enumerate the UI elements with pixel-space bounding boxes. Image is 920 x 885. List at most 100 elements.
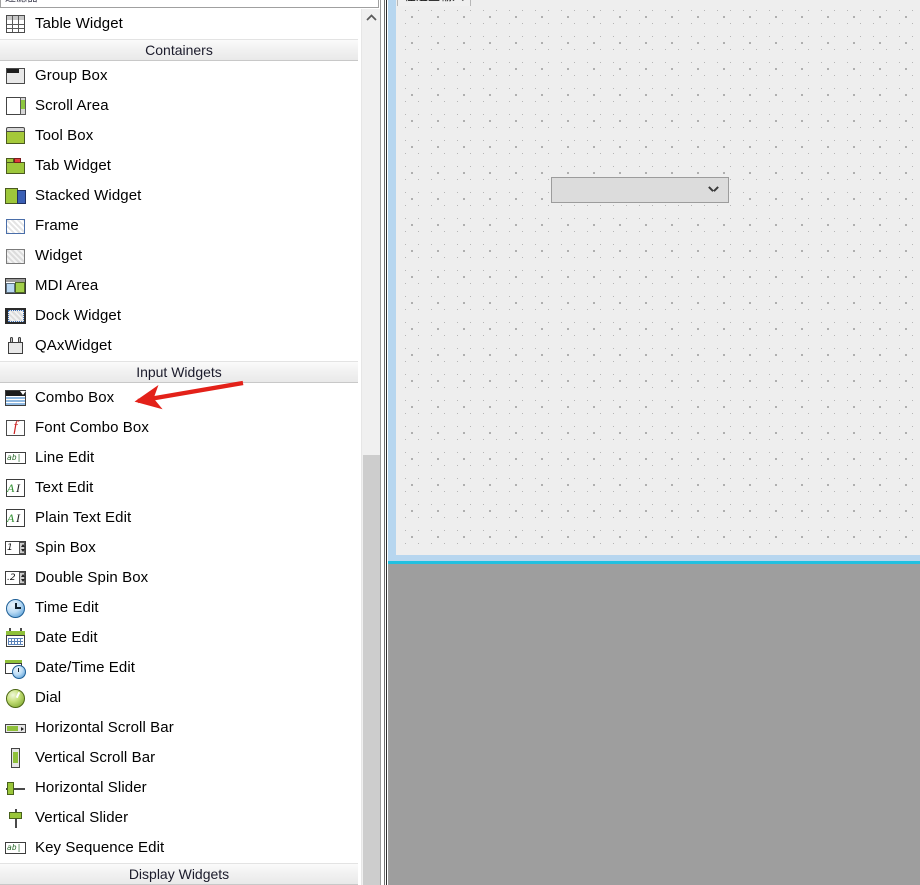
font-combo-box-icon: f: [5, 417, 27, 439]
form-tab[interactable]: 在这里输入: [397, 0, 471, 6]
widget-item-horizontal-scroll-bar[interactable]: Horizontal Scroll Bar: [0, 713, 358, 743]
widget-box-panel: 过滤器 Table Widget Containers Group Box Sc…: [0, 0, 382, 885]
widget-item-label: Line Edit: [35, 443, 94, 473]
widget-item-label: Horizontal Slider: [35, 773, 147, 803]
widget-icon: [5, 245, 27, 267]
widget-filter-text: 过滤器: [5, 0, 374, 7]
widget-item-label: Frame: [35, 211, 79, 241]
double-spin-box-icon: .2: [5, 567, 27, 589]
widget-item-label: Horizontal Scroll Bar: [35, 713, 174, 743]
widget-item-label: MDI Area: [35, 271, 98, 301]
section-header-label: Input Widgets: [136, 362, 222, 382]
widget-item-horizontal-slider[interactable]: Horizontal Slider: [0, 773, 358, 803]
widget-item-key-sequence-edit[interactable]: ab| Key Sequence Edit: [0, 833, 358, 863]
widget-item-label: Combo Box: [35, 383, 114, 413]
date-time-edit-icon: [5, 657, 27, 679]
form-workspace: 在这里输入: [388, 0, 920, 885]
widget-item-label: Widget: [35, 241, 82, 271]
widget-item-label: Vertical Slider: [35, 803, 128, 833]
section-header-display-widgets: Display Widgets: [0, 863, 358, 885]
dial-icon: [5, 687, 27, 709]
date-edit-icon: [5, 627, 27, 649]
widget-item-label: Time Edit: [35, 593, 99, 623]
widget-item-scroll-area[interactable]: Scroll Area: [0, 91, 358, 121]
panel-divider: [380, 0, 381, 885]
chevron-down-icon[interactable]: [709, 186, 718, 195]
panel-divider: [386, 0, 387, 885]
spin-box-icon: 1: [5, 537, 27, 559]
form-window[interactable]: 在这里输入: [388, 0, 920, 564]
widget-item-double-spin-box[interactable]: .2 Double Spin Box: [0, 563, 358, 593]
widget-item-label: Vertical Scroll Bar: [35, 743, 155, 773]
widget-item-label: Dock Widget: [35, 301, 121, 331]
widget-item-mdi-area[interactable]: MDI Area: [0, 271, 358, 301]
stacked-widget-icon: [5, 185, 27, 207]
widget-item-tab-widget[interactable]: Tab Widget: [0, 151, 358, 181]
widget-item-font-combo-box[interactable]: f Font Combo Box: [0, 413, 358, 443]
widget-item-stacked-widget[interactable]: Stacked Widget: [0, 181, 358, 211]
frame-icon: [5, 215, 27, 237]
widget-item-label: Dial: [35, 683, 61, 713]
tab-widget-icon: [5, 155, 27, 177]
widget-item-spin-box[interactable]: 1 Spin Box: [0, 533, 358, 563]
widget-item-qaxwidget[interactable]: QAxWidget: [0, 331, 358, 361]
widget-item-dial[interactable]: Dial: [0, 683, 358, 713]
font-glyph: f: [10, 420, 21, 435]
widget-item-table-widget[interactable]: Table Widget: [0, 9, 358, 39]
group-box-icon: [5, 65, 27, 87]
widget-item-label: Tool Box: [35, 121, 93, 151]
form-combo-box-widget[interactable]: [551, 177, 729, 203]
widget-item-tool-box[interactable]: Tool Box: [0, 121, 358, 151]
vertical-scroll-bar-icon: [5, 747, 27, 769]
widget-box-scrollbar[interactable]: [361, 9, 380, 885]
widget-item-group-box[interactable]: Group Box: [0, 61, 358, 91]
key-sequence-edit-icon: ab|: [5, 837, 27, 859]
plain-text-edit-icon: AI: [5, 507, 27, 529]
section-header-containers: Containers: [0, 39, 358, 61]
widget-item-line-edit[interactable]: ab| Line Edit: [0, 443, 358, 473]
dock-widget-icon: [5, 305, 27, 327]
widget-item-widget[interactable]: Widget: [0, 241, 358, 271]
widget-item-vertical-scroll-bar[interactable]: Vertical Scroll Bar: [0, 743, 358, 773]
scroll-up-arrow-icon[interactable]: [362, 9, 380, 27]
widget-item-label: Double Spin Box: [35, 563, 148, 593]
widget-item-dock-widget[interactable]: Dock Widget: [0, 301, 358, 331]
scroll-area-icon: [5, 95, 27, 117]
widget-item-time-edit[interactable]: Time Edit: [0, 593, 358, 623]
panel-divider: [384, 0, 385, 885]
widget-item-vertical-slider[interactable]: Vertical Slider: [0, 803, 358, 833]
form-canvas[interactable]: [396, 0, 920, 555]
qax-widget-icon: [5, 335, 27, 357]
widget-item-frame[interactable]: Frame: [0, 211, 358, 241]
widget-item-label: Spin Box: [35, 533, 96, 563]
widget-item-text-edit[interactable]: AI Text Edit: [0, 473, 358, 503]
section-header-label: Containers: [145, 40, 213, 60]
widget-item-date-edit[interactable]: Date Edit: [0, 623, 358, 653]
table-widget-icon: [5, 13, 27, 35]
widget-item-date-time-edit[interactable]: Date/Time Edit: [0, 653, 358, 683]
line-edit-icon: ab|: [5, 447, 27, 469]
section-header-input-widgets: Input Widgets: [0, 361, 358, 383]
horizontal-scroll-bar-icon: [5, 717, 27, 739]
widget-item-label: Group Box: [35, 61, 108, 91]
widget-item-combo-box[interactable]: Combo Box: [0, 383, 358, 413]
widget-item-label: Stacked Widget: [35, 181, 141, 211]
widget-item-label: Date/Time Edit: [35, 653, 135, 683]
combo-box-icon: [5, 387, 27, 409]
horizontal-slider-icon: [5, 777, 27, 799]
qt-designer-window: 过滤器 Table Widget Containers Group Box Sc…: [0, 0, 920, 885]
widget-item-label: QAxWidget: [35, 331, 112, 361]
scrollbar-thumb[interactable]: [363, 455, 380, 885]
form-tab-label: 在这里输入: [404, 0, 464, 3]
text-edit-icon: AI: [5, 477, 27, 499]
widget-item-label: Key Sequence Edit: [35, 833, 164, 863]
time-edit-icon: [5, 597, 27, 619]
tool-box-icon: [5, 125, 27, 147]
widget-item-label: Font Combo Box: [35, 413, 149, 443]
widget-item-plain-text-edit[interactable]: AI Plain Text Edit: [0, 503, 358, 533]
widget-filter-input[interactable]: 过滤器: [0, 0, 379, 8]
widget-item-label: Date Edit: [35, 623, 98, 653]
widget-box-list[interactable]: Table Widget Containers Group Box Scroll…: [0, 9, 358, 885]
widget-item-label: Plain Text Edit: [35, 503, 131, 533]
widget-item-label: Text Edit: [35, 473, 93, 503]
